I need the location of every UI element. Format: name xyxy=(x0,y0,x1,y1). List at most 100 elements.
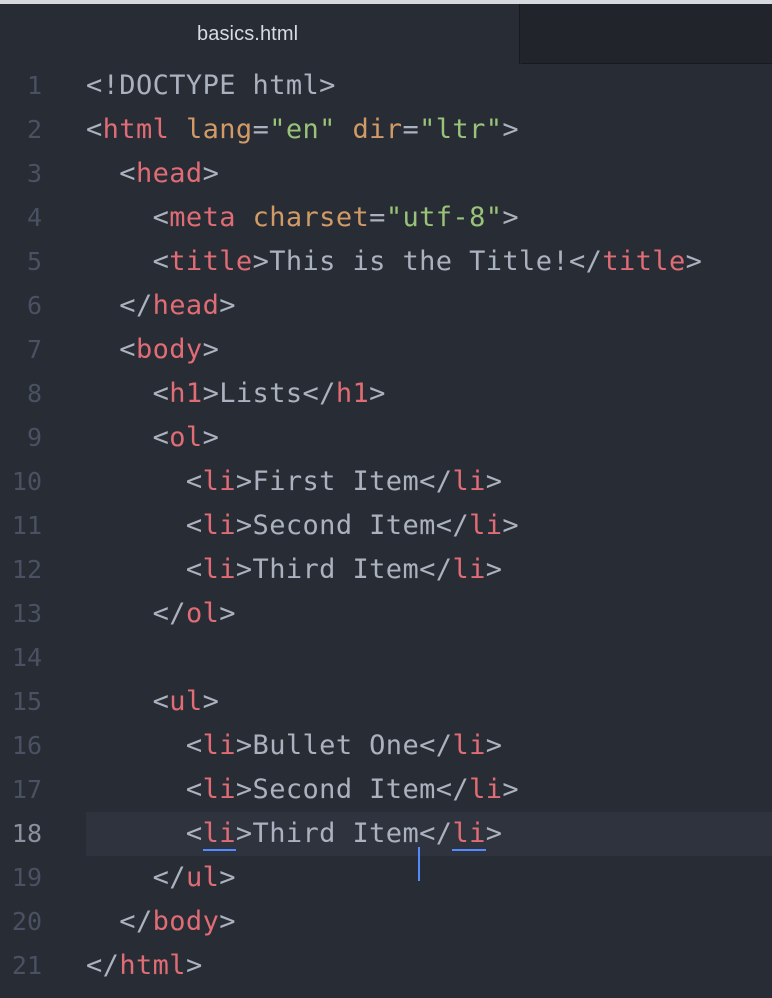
text-token: > xyxy=(502,202,520,233)
line-number[interactable]: 20 xyxy=(0,900,42,944)
text-token: > xyxy=(202,686,220,717)
text-token: >This is the Title!</ xyxy=(252,246,603,277)
line-number[interactable]: 18 xyxy=(0,812,42,856)
code-line-15[interactable]: 15 <ul> xyxy=(0,680,772,724)
line-number[interactable]: 16 xyxy=(0,724,42,768)
line-number[interactable]: 7 xyxy=(0,328,42,372)
text-token: < xyxy=(86,554,203,585)
line-number[interactable]: 5 xyxy=(0,240,42,284)
code-line-7[interactable]: 7 <body> xyxy=(0,328,772,372)
text-token: < xyxy=(86,202,170,233)
text-token: >Second Item</ xyxy=(235,774,470,805)
code-line-9[interactable]: 9 <ol> xyxy=(0,416,772,460)
line-number[interactable]: 21 xyxy=(0,944,42,988)
tag-name-token: li xyxy=(452,466,486,497)
text-token: < xyxy=(86,774,203,805)
code-line-1[interactable]: 1 <!DOCTYPE html> xyxy=(0,64,772,108)
line-number[interactable]: 15 xyxy=(0,680,42,724)
text-token: </ xyxy=(86,598,186,629)
tab-title: basics.html xyxy=(197,23,299,45)
line-number[interactable]: 8 xyxy=(0,372,42,416)
code-line-17[interactable]: 17 <li>Second Item</li> xyxy=(0,768,772,812)
code-line-3[interactable]: 3 <head> xyxy=(0,152,772,196)
tag-name-token: li xyxy=(202,774,236,805)
text-token: > xyxy=(219,862,236,893)
text-token: < xyxy=(86,818,203,849)
code-line-16[interactable]: 16 <li>Bullet One</li> xyxy=(0,724,772,768)
line-number[interactable]: 3 xyxy=(0,152,42,196)
tab-bar-empty-area[interactable] xyxy=(521,4,772,64)
text-token: > xyxy=(185,950,203,981)
attribute-token: dir xyxy=(352,114,403,145)
line-number[interactable]: 14 xyxy=(0,636,42,680)
tag-name-token: html xyxy=(102,114,170,145)
code-line-13[interactable]: 13 </ol> xyxy=(0,592,772,636)
tab-bar: basics.html xyxy=(0,0,772,64)
text-token: >Third Item</ xyxy=(235,554,453,585)
code-line-6[interactable]: 6 </head> xyxy=(0,284,772,328)
string-token: "en" xyxy=(269,114,336,145)
line-text: <body> xyxy=(86,328,219,372)
line-number[interactable]: 11 xyxy=(0,504,42,548)
tab-basics-html[interactable]: basics.html xyxy=(0,4,520,64)
tag-name-token: li xyxy=(452,730,486,761)
code-line-21[interactable]: 21 </html> xyxy=(0,944,772,988)
line-number[interactable]: 13 xyxy=(0,592,42,636)
line-number[interactable]: 2 xyxy=(0,108,42,152)
line-number[interactable]: 12 xyxy=(0,548,42,592)
line-number[interactable]: 19 xyxy=(0,856,42,900)
text-token: = xyxy=(369,202,386,233)
tag-name-token: li xyxy=(202,818,236,851)
line-text: <li>Bullet One</li> xyxy=(86,724,502,768)
text-token: > xyxy=(485,818,503,849)
code-line-8[interactable]: 8 <h1>Lists</h1> xyxy=(0,372,772,416)
line-number[interactable]: 10 xyxy=(0,460,42,504)
line-text: <li>Third Item</li> xyxy=(86,812,503,881)
tag-name-token: body xyxy=(135,334,203,365)
tag-name-token: head xyxy=(152,290,220,321)
text-token: <!DOCTYPE html> xyxy=(86,70,336,101)
line-number[interactable]: 1 xyxy=(0,64,42,108)
code-line-11[interactable]: 11 <li>Second Item</li> xyxy=(0,504,772,548)
text-token: > xyxy=(219,598,236,629)
text-token: > xyxy=(202,158,220,189)
line-text: <h1>Lists</h1> xyxy=(86,372,386,416)
line-text: <ul> xyxy=(86,680,219,724)
attribute-token: charset xyxy=(252,202,370,233)
text-token: < xyxy=(86,114,103,145)
line-number[interactable]: 17 xyxy=(0,768,42,812)
text-token: </ xyxy=(86,862,186,893)
line-text: <ol> xyxy=(86,416,219,460)
text-token: </ xyxy=(86,290,153,321)
line-number[interactable]: 4 xyxy=(0,196,42,240)
code-line-14[interactable]: 14 xyxy=(0,636,772,680)
code-line-12[interactable]: 12 <li>Third Item</li> xyxy=(0,548,772,592)
tag-name-token: ul xyxy=(185,862,220,893)
code-line-2[interactable]: 2 <html lang="en" dir="ltr"> xyxy=(0,108,772,152)
line-text: <!DOCTYPE html> xyxy=(86,64,336,108)
tag-name-token: title xyxy=(169,246,253,277)
text-token: < xyxy=(86,246,170,277)
code-line-20[interactable]: 20 </body> xyxy=(0,900,772,944)
line-text: <li>Second Item</li> xyxy=(86,504,519,548)
code-line-18[interactable]: 18 <li>Third Item </li> xyxy=(0,812,772,881)
code-line-19[interactable]: 19 </ul> xyxy=(0,856,772,900)
string-token: "utf-8" xyxy=(385,202,503,233)
text-token: > xyxy=(219,906,236,937)
line-number[interactable]: 9 xyxy=(0,416,42,460)
code-area[interactable]: 1 <!DOCTYPE html> 2 <html lang="en" dir="lt… xyxy=(0,64,772,998)
text-token: </ xyxy=(86,950,120,981)
line-text: </head> xyxy=(86,284,236,328)
line-number[interactable]: 6 xyxy=(0,284,42,328)
tag-name-token: body xyxy=(152,906,220,937)
line-text: </body> xyxy=(86,900,236,944)
tag-name-token: li xyxy=(452,554,486,585)
text-token: < xyxy=(86,466,203,497)
text-token: = xyxy=(402,114,420,145)
code-line-10[interactable]: 10 <li>First Item</li> xyxy=(0,460,772,504)
code-line-5[interactable]: 5 <title>This is the Title!</title> xyxy=(0,240,772,284)
code-line-4[interactable]: 4 <meta charset="utf-8"> xyxy=(0,196,772,240)
line-text: <li>Second Item</li> xyxy=(86,768,519,812)
